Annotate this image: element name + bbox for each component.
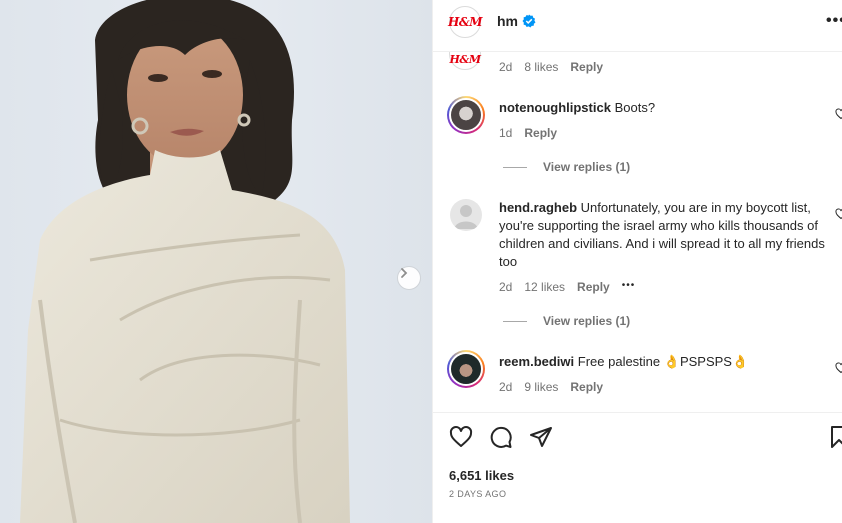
reply-button[interactable]: Reply [570, 60, 603, 74]
comment-avatar[interactable]: H&M [449, 52, 481, 70]
model-photo-illustration [20, 0, 350, 523]
comment-text: reem.bediwi Free palestine 👌PSPSPS👌 [499, 353, 829, 371]
comment-avatar[interactable] [447, 350, 485, 388]
chevron-right-icon [401, 268, 408, 278]
post-actions: 6,651 likes 2 DAYS AGO [433, 412, 842, 523]
comment-username[interactable]: hend.ragheb [499, 200, 577, 215]
view-replies-label: View replies (1) [543, 160, 631, 174]
view-replies-button[interactable]: View replies (1) [503, 314, 630, 328]
default-avatar-icon [454, 205, 478, 229]
reply-button[interactable]: Reply [577, 280, 610, 294]
comment-time: 2d [499, 60, 513, 74]
comment-time: 1d [499, 126, 513, 140]
comment-icon[interactable] [489, 425, 513, 449]
divider [503, 320, 527, 322]
post-sidebar: H&M hm ••• H&M 2d 8 likes Reply notenoug… [432, 0, 842, 523]
post-date[interactable]: 2 DAYS AGO [449, 489, 506, 499]
comment-likes[interactable]: 9 likes [524, 380, 558, 394]
verified-badge-icon [522, 14, 536, 28]
comment-heart-icon[interactable] [835, 362, 842, 374]
comment-text: notenoughlipstick Boots? [499, 99, 829, 117]
comment-meta: 1d Reply [499, 126, 569, 140]
send-icon[interactable] [529, 425, 553, 449]
hm-logo: H&M [448, 15, 482, 29]
reply-button[interactable]: Reply [570, 380, 603, 394]
bookmark-icon[interactable] [827, 425, 842, 449]
view-replies-label: View replies (1) [543, 314, 631, 328]
more-options-button[interactable]: ••• [826, 12, 842, 30]
comment-heart-icon[interactable] [835, 108, 842, 120]
comment-meta: 2d 8 likes Reply [499, 60, 615, 74]
comment-likes[interactable]: 12 likes [524, 280, 565, 294]
comment-likes[interactable]: 8 likes [524, 60, 558, 74]
comment-avatar[interactable] [450, 199, 482, 231]
reply-button[interactable]: Reply [524, 126, 557, 140]
hm-logo: H&M [449, 53, 482, 66]
comment-text: hend.ragheb Unfortunately, you are in my… [499, 199, 829, 271]
comment-time: 2d [499, 280, 513, 294]
account-avatar[interactable]: H&M [448, 6, 482, 38]
like-count[interactable]: 6,651 likes [449, 468, 514, 483]
comment-avatar[interactable] [447, 96, 485, 134]
comment-options-button[interactable]: ••• [622, 280, 636, 294]
comment-body: Free palestine 👌PSPSPS👌 [577, 354, 749, 369]
comments-list: H&M 2d 8 likes Reply notenoughlipstick B… [433, 52, 842, 412]
account-username[interactable]: hm [497, 13, 518, 29]
heart-icon[interactable] [449, 425, 473, 449]
comment-meta: 2d 9 likes Reply [499, 380, 615, 394]
view-replies-button[interactable]: View replies (1) [503, 160, 630, 174]
next-image-button[interactable] [397, 266, 421, 290]
comment-meta: 2d 12 likes Reply ••• [499, 280, 647, 294]
comment-username[interactable]: reem.bediwi [499, 354, 574, 369]
comment-time: 2d [499, 380, 513, 394]
comment-username[interactable]: notenoughlipstick [499, 100, 611, 115]
comment-heart-icon[interactable] [835, 208, 842, 220]
comment-body: Boots? [614, 100, 656, 115]
divider [503, 166, 527, 168]
post-header: H&M hm ••• [433, 0, 842, 52]
post-image[interactable] [0, 0, 432, 523]
